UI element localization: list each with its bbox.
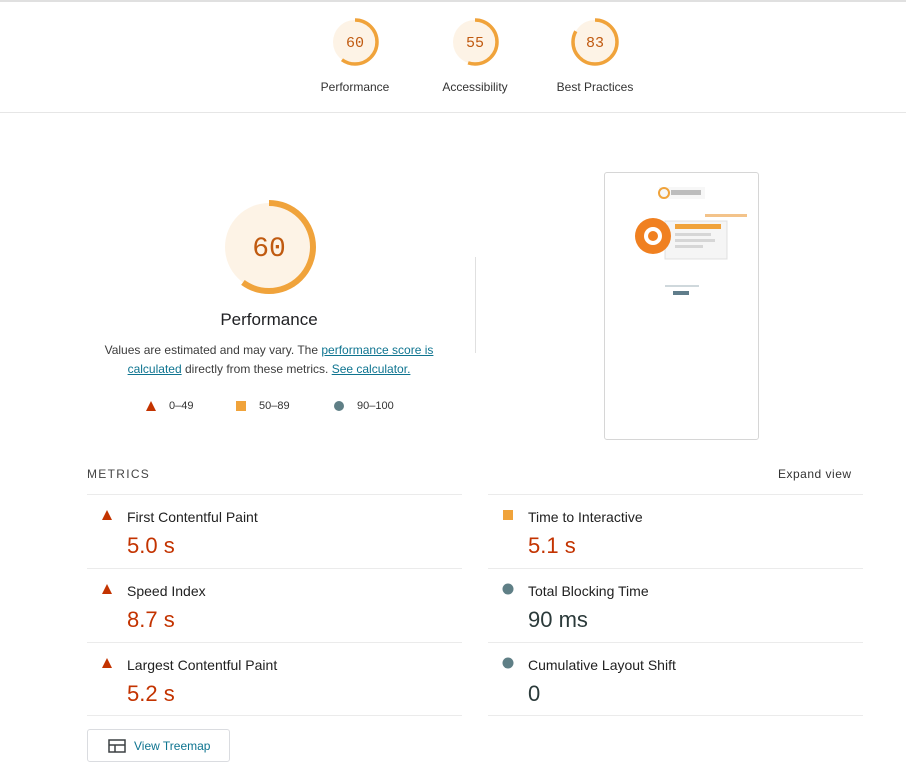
big-gauge-ring: 60 [222,200,316,294]
metric-value: 90 ms [528,607,588,632]
metric-value: 5.2 s [127,681,175,706]
desc-text-mid: directly from these metrics. [181,362,332,376]
treemap-icon [108,738,126,753]
metric-cumulative-layout-shift: Cumulative Layout Shift 0 [488,642,863,717]
legend-fail: 0–49 [145,400,193,412]
performance-title: Performance [220,310,318,329]
see-calculator-link[interactable]: See calculator. [332,362,411,376]
desc-text: Values are estimated and may vary. The [104,343,322,357]
accessibility-gauge-ring: 55 [451,18,499,66]
vertical-divider [475,257,476,353]
gray-circle-icon [502,583,514,595]
view-treemap-label: View Treemap [134,738,211,753]
gauge-best-practices[interactable]: 83 Best Practices [535,16,655,94]
metric-name: First Contentful Paint [127,509,258,525]
metrics-header: METRICS [87,467,151,481]
red-triangle-icon [102,584,112,594]
final-screenshot-thumbnail[interactable] [604,172,759,440]
page-preview-image [635,187,747,295]
metrics-bottom-border-right [488,715,863,716]
metric-name: Total Blocking Time [528,583,649,599]
accessibility-score: 55 [466,35,484,52]
red-triangle-icon [146,401,156,411]
metric-name: Cumulative Layout Shift [528,657,676,673]
metric-time-to-interactive: Time to Interactive 5.1 s [488,494,863,569]
header-divider [0,112,906,113]
category-gauges: 60 Performance 55 Accessibility 83 Best … [0,16,906,96]
gauge-accessibility[interactable]: 55 Accessibility [415,16,535,94]
metric-largest-contentful-paint: Largest Contentful Paint 5.2 s [87,642,462,717]
expand-view-toggle[interactable]: Expand view [778,467,852,481]
legend-mid-label: 50–89 [259,400,290,412]
legend-pass: 90–100 [333,400,394,412]
top-border [0,0,906,2]
best-practices-gauge-ring: 83 [571,18,619,66]
orange-square-icon [503,510,513,520]
gauge-label: Performance [320,80,390,94]
performance-big-gauge: 60 [219,197,319,297]
metric-value: 8.7 s [127,607,175,632]
legend-average: 50–89 [235,400,290,412]
performance-score: 60 [346,35,364,52]
metric-name: Largest Contentful Paint [127,657,278,673]
metric-total-blocking-time: Total Blocking Time 90 ms [488,568,863,643]
metric-name: Time to Interactive [528,509,643,525]
red-triangle-icon [102,510,112,520]
best-practices-score: 83 [586,35,604,52]
gauge-label: Best Practices [556,80,634,94]
metrics-bottom-border-left [87,715,462,716]
gray-circle-icon [334,401,344,411]
metric-value: 0 [528,681,541,706]
legend-low-label: 0–49 [169,400,194,412]
red-triangle-icon [102,658,112,668]
orange-square-icon [236,401,246,411]
gauge-performance[interactable]: 60 Performance [295,16,415,94]
view-treemap-button[interactable]: View Treemap [87,729,230,762]
performance-description: Values are estimated and may vary. The p… [94,341,444,379]
performance-gauge-ring: 60 [331,18,379,66]
legend-high-label: 90–100 [357,400,394,412]
metric-value: 5.1 s [528,533,576,558]
metric-first-contentful-paint: First Contentful Paint 5.0 s [87,494,462,569]
gauge-label: Accessibility [442,80,508,94]
big-score: 60 [252,234,286,265]
metric-speed-index: Speed Index 8.7 s [87,568,462,643]
metric-name: Speed Index [127,583,206,599]
gray-circle-icon [502,657,514,669]
metric-value: 5.0 s [127,533,175,558]
